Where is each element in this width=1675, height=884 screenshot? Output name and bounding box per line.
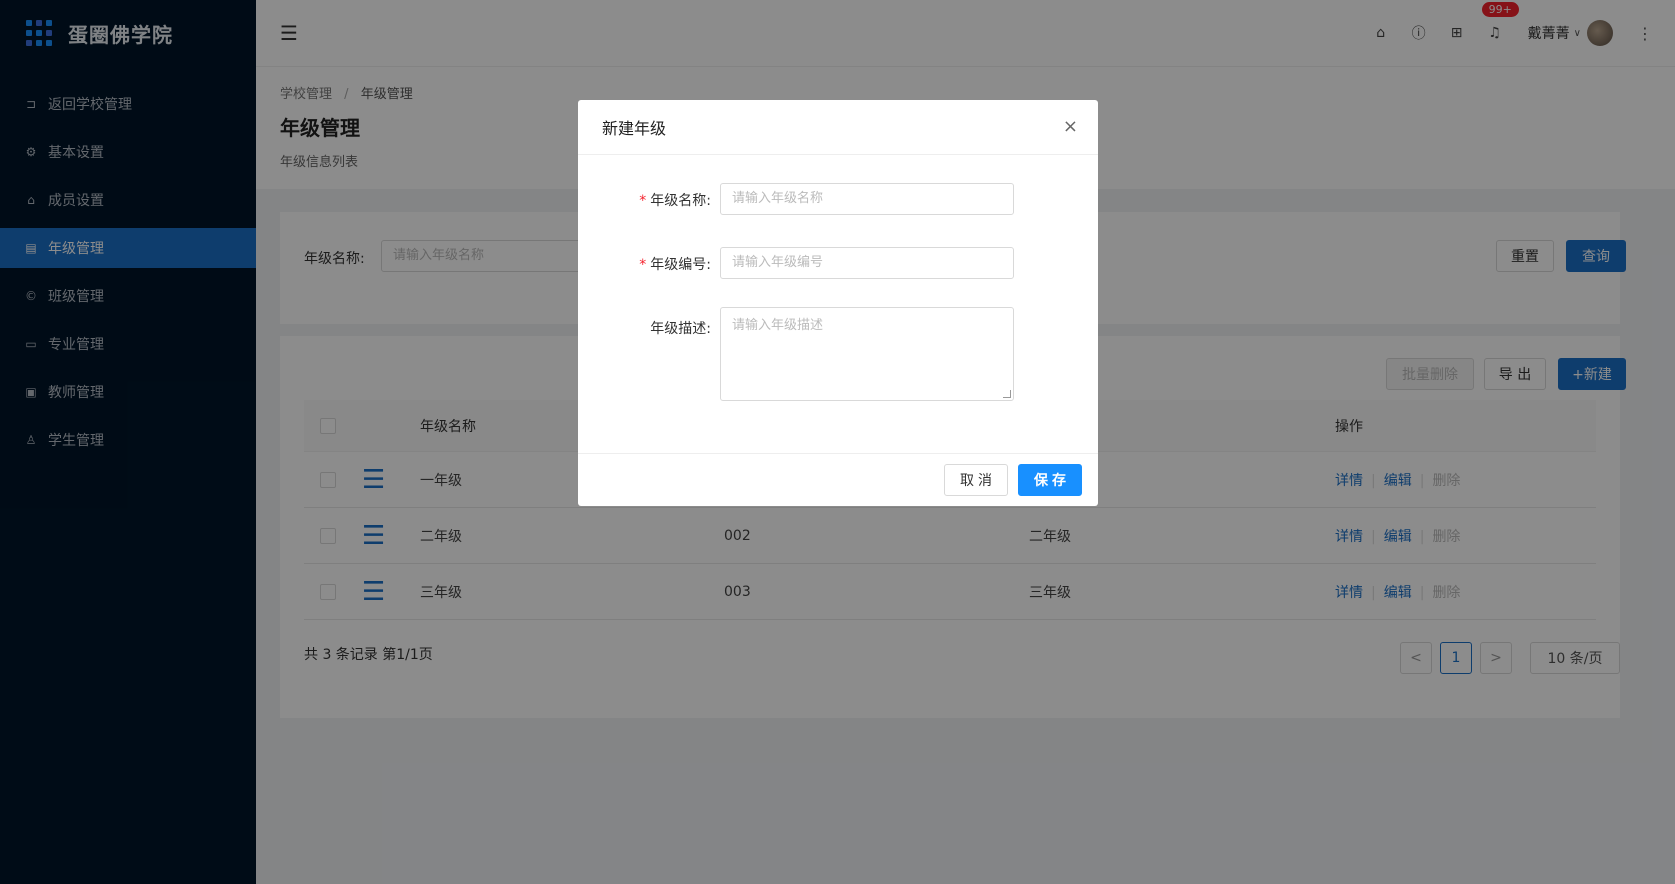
- required-mark: *: [639, 193, 647, 209]
- grade-name-label: * 年级名称:: [639, 193, 711, 209]
- save-button[interactable]: 保存: [1018, 464, 1082, 496]
- grade-code-label: * 年级编号:: [639, 257, 711, 273]
- grade-name-input[interactable]: 请输入年级名称: [720, 183, 1014, 215]
- close-icon[interactable]: ×: [1063, 116, 1078, 137]
- modal-title: 新建年级: [602, 119, 667, 138]
- required-mark: *: [639, 257, 647, 273]
- grade-desc-placeholder: 请输入年级描述: [732, 318, 824, 333]
- grade-desc-textarea[interactable]: 请输入年级描述: [720, 307, 1014, 401]
- grade-code-input[interactable]: 请输入年级编号: [720, 247, 1014, 279]
- modal-footer: 取消 保存: [578, 453, 1098, 506]
- modal-header: 新建年级: [578, 100, 1098, 155]
- new-grade-modal: 新建年级 × * 年级名称: 请输入年级名称 * 年级编号: 请输入年级编号 年级描…: [578, 100, 1098, 506]
- cancel-button[interactable]: 取消: [944, 464, 1008, 496]
- grade-desc-label: 年级描述:: [650, 321, 711, 337]
- resize-handle-icon[interactable]: [1003, 390, 1011, 398]
